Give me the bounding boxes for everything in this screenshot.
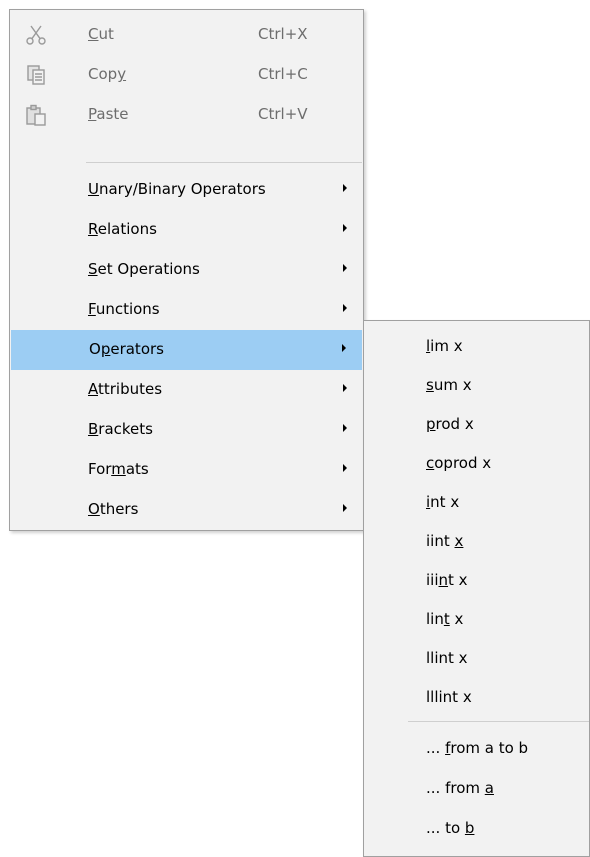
menu-item-others[interactable]: Others [10, 490, 363, 530]
menu-item-unary-binary-operators[interactable]: Unary/Binary Operators [10, 170, 363, 210]
submenu-arrow-icon [343, 184, 347, 192]
scissors-icon [24, 23, 48, 47]
menu-item-label: Copy [88, 65, 127, 83]
menu-item-label: Set Operations [88, 260, 200, 278]
submenu-item-label: int x [426, 493, 460, 511]
submenu-item-from-a[interactable]: ... from a [364, 769, 589, 809]
submenu-item-label: iiint x [426, 571, 468, 589]
menu-item-paste[interactable]: Paste Ctrl+V [10, 95, 363, 135]
menu-item-label: Operators [89, 340, 164, 358]
menu-item-label: Attributes [88, 380, 163, 398]
submenu-item-lint-x[interactable]: lint x [364, 600, 589, 640]
submenu-item-label: lint x [426, 610, 464, 628]
menu-item-label: Relations [88, 220, 157, 238]
shortcut-label: Ctrl+X [258, 25, 308, 43]
copy-icon [24, 63, 48, 87]
menu-item-operators[interactable]: Operators [11, 330, 362, 370]
submenu-arrow-icon [343, 464, 347, 472]
menu-item-label: Functions [88, 300, 160, 318]
submenu-item-label: ... from a to b [426, 739, 529, 757]
submenu-arrow-icon [343, 264, 347, 272]
submenu-item-label: lim x [426, 337, 463, 355]
paste-icon [24, 103, 48, 127]
submenu-item-lllint-x[interactable]: lllint x [364, 678, 589, 718]
operators-submenu: lim x sum x prod x coprod x int x iint x iiint… [363, 320, 590, 857]
menu-item-label: Others [88, 500, 139, 518]
submenu-item-int-x[interactable]: int x [364, 483, 589, 523]
menu-item-label: Brackets [88, 420, 153, 438]
menu-item-label: Formats [88, 460, 149, 478]
submenu-arrow-icon [343, 304, 347, 312]
menu-item-attributes[interactable]: Attributes [10, 370, 363, 410]
submenu-separator [408, 721, 589, 722]
menu-item-label: Cut [88, 25, 114, 43]
menu-separator [86, 162, 362, 163]
menu-item-copy[interactable]: Copy Ctrl+C [10, 55, 363, 95]
submenu-item-label: llint x [426, 649, 468, 667]
menu-item-set-operations[interactable]: Set Operations [10, 250, 363, 290]
context-menu: Cut Ctrl+X Copy Ctrl+C Paste Ctrl+V Unary/Bin… [9, 9, 364, 531]
menu-item-functions[interactable]: Functions [10, 290, 363, 330]
submenu-item-label: ... from a [426, 779, 494, 797]
submenu-item-label: ... to b [426, 819, 475, 837]
submenu-item-label: coprod x [426, 454, 492, 472]
menu-item-relations[interactable]: Relations [10, 210, 363, 250]
submenu-item-label: lllint x [426, 688, 472, 706]
submenu-item-coprod-x[interactable]: coprod x [364, 444, 589, 484]
shortcut-label: Ctrl+C [258, 65, 308, 83]
submenu-item-from-a-to-b[interactable]: ... from a to b [364, 729, 589, 769]
menu-item-formats[interactable]: Formats [10, 450, 363, 490]
submenu-item-label: sum x [426, 376, 472, 394]
menu-item-label: Paste [88, 105, 129, 123]
menu-item-cut[interactable]: Cut Ctrl+X [10, 15, 363, 55]
submenu-item-prod-x[interactable]: prod x [364, 405, 589, 445]
submenu-arrow-icon [343, 224, 347, 232]
menu-item-label: Unary/Binary Operators [88, 180, 266, 198]
submenu-item-to-b[interactable]: ... to b [364, 809, 589, 849]
submenu-item-sum-x[interactable]: sum x [364, 366, 589, 406]
submenu-item-iiint-x[interactable]: iiint x [364, 561, 589, 601]
shortcut-label: Ctrl+V [258, 105, 308, 123]
submenu-arrow-icon [343, 384, 347, 392]
submenu-item-label: iint x [426, 532, 464, 550]
menu-item-brackets[interactable]: Brackets [10, 410, 363, 450]
submenu-item-label: prod x [426, 415, 474, 433]
submenu-arrow-icon [343, 424, 347, 432]
submenu-arrow-icon [342, 344, 346, 352]
submenu-item-llint-x[interactable]: llint x [364, 639, 589, 679]
submenu-item-lim-x[interactable]: lim x [364, 327, 589, 367]
submenu-item-iint-x[interactable]: iint x [364, 522, 589, 562]
submenu-arrow-icon [343, 504, 347, 512]
